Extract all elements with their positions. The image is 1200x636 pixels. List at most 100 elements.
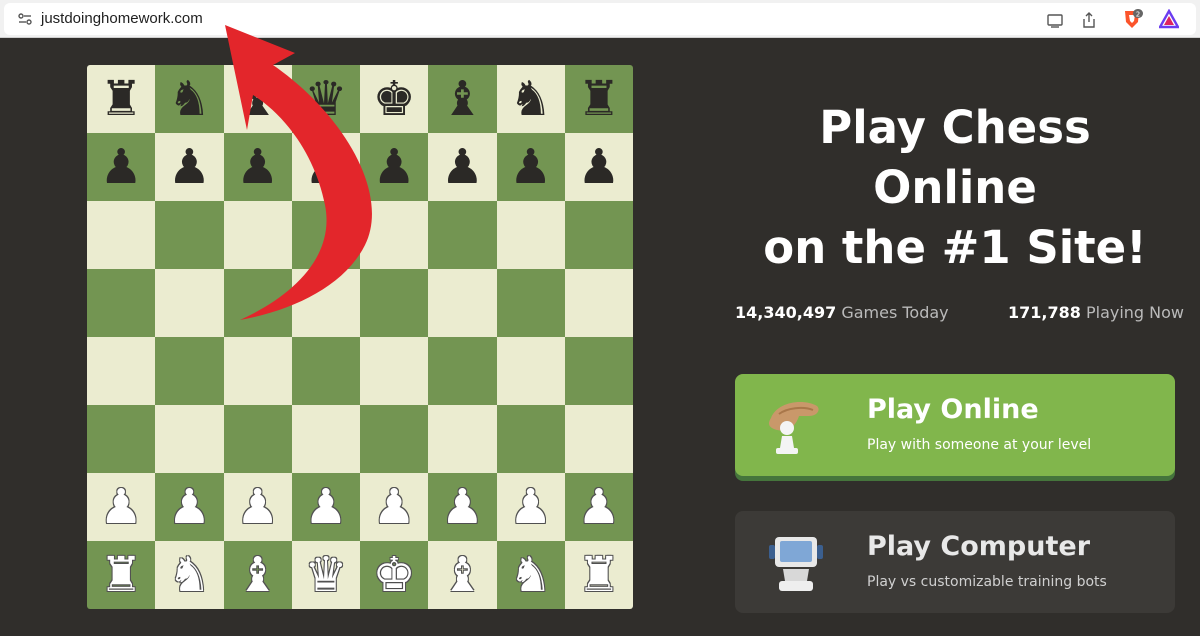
board-square-h7[interactable]: ♟ [564,133,633,201]
board-square-g4[interactable] [496,337,565,405]
board-square-h6[interactable] [564,201,633,269]
board-square-c8[interactable]: ♝ [223,65,292,133]
board-square-b7[interactable]: ♟ [155,133,224,201]
white-piece[interactable]: ♚ [373,551,416,599]
share-icon[interactable] [1080,11,1098,29]
board-square-a5[interactable] [87,269,156,337]
board-square-h5[interactable] [564,269,633,337]
black-piece[interactable]: ♚ [373,75,416,123]
black-piece[interactable]: ♟ [304,143,347,191]
board-square-h8[interactable]: ♜ [564,65,633,133]
board-square-e6[interactable] [360,201,429,269]
board-square-c2[interactable]: ♟ [223,473,292,541]
black-piece[interactable]: ♟ [441,143,484,191]
board-square-d7[interactable]: ♟ [291,133,360,201]
board-square-c4[interactable] [223,337,292,405]
board-square-f4[interactable] [428,337,497,405]
board-square-a3[interactable] [87,405,156,473]
white-piece[interactable]: ♟ [236,483,279,531]
white-piece[interactable]: ♟ [100,483,143,531]
white-piece[interactable]: ♝ [236,551,279,599]
black-piece[interactable]: ♝ [236,75,279,123]
black-piece[interactable]: ♟ [100,143,143,191]
board-square-a8[interactable]: ♜ [87,65,156,133]
board-square-b6[interactable] [155,201,224,269]
board-square-b4[interactable] [155,337,224,405]
board-square-g3[interactable] [496,405,565,473]
black-piece[interactable]: ♟ [577,143,620,191]
board-square-a6[interactable] [87,201,156,269]
white-piece[interactable]: ♜ [577,551,620,599]
board-square-c1[interactable]: ♝ [223,541,292,609]
board-square-g8[interactable]: ♞ [496,65,565,133]
board-square-b2[interactable]: ♟ [155,473,224,541]
board-square-c6[interactable] [223,201,292,269]
black-piece[interactable]: ♝ [441,75,484,123]
black-piece[interactable]: ♟ [373,143,416,191]
white-piece[interactable]: ♞ [509,551,552,599]
board-square-g2[interactable]: ♟ [496,473,565,541]
board-square-d5[interactable] [291,269,360,337]
board-square-a1[interactable]: ♜ [87,541,156,609]
brave-rewards-icon[interactable] [1159,9,1179,29]
board-square-f5[interactable] [428,269,497,337]
board-square-g7[interactable]: ♟ [496,133,565,201]
board-square-b5[interactable] [155,269,224,337]
board-square-e5[interactable] [360,269,429,337]
board-square-e1[interactable]: ♚ [360,541,429,609]
white-piece[interactable]: ♟ [441,483,484,531]
board-square-b8[interactable]: ♞ [155,65,224,133]
board-square-d1[interactable]: ♛ [291,541,360,609]
board-square-e2[interactable]: ♟ [360,473,429,541]
board-square-f1[interactable]: ♝ [428,541,497,609]
board-square-a7[interactable]: ♟ [87,133,156,201]
board-square-f3[interactable] [428,405,497,473]
play-online-button[interactable]: Play Online Play with someone at your le… [735,374,1175,476]
board-square-e3[interactable] [360,405,429,473]
board-square-h3[interactable] [564,405,633,473]
brave-shield-icon[interactable]: 2 [1121,8,1143,30]
board-square-d8[interactable]: ♛ [291,65,360,133]
white-piece[interactable]: ♟ [373,483,416,531]
white-piece[interactable]: ♟ [304,483,347,531]
play-computer-button[interactable]: Play Computer Play vs customizable train… [735,511,1175,613]
url-text[interactable]: justdoinghomework.com [41,10,203,27]
board-square-f6[interactable] [428,201,497,269]
white-piece[interactable]: ♟ [577,483,620,531]
address-bar[interactable]: justdoinghomework.com 2 [4,3,1196,35]
black-piece[interactable]: ♞ [168,75,211,123]
black-piece[interactable]: ♞ [509,75,552,123]
site-info-icon[interactable] [18,13,32,25]
white-piece[interactable]: ♟ [509,483,552,531]
board-square-f7[interactable]: ♟ [428,133,497,201]
board-square-d6[interactable] [291,201,360,269]
board-square-b3[interactable] [155,405,224,473]
black-piece[interactable]: ♟ [509,143,552,191]
board-square-c5[interactable] [223,269,292,337]
black-piece[interactable]: ♜ [577,75,620,123]
board-square-b1[interactable]: ♞ [155,541,224,609]
white-piece[interactable]: ♟ [168,483,211,531]
white-piece[interactable]: ♛ [304,551,347,599]
black-piece[interactable]: ♟ [236,143,279,191]
board-square-h4[interactable] [564,337,633,405]
white-piece[interactable]: ♜ [100,551,143,599]
black-piece[interactable]: ♜ [100,75,143,123]
board-square-g6[interactable] [496,201,565,269]
board-square-c3[interactable] [223,405,292,473]
board-square-h1[interactable]: ♜ [564,541,633,609]
board-square-c7[interactable]: ♟ [223,133,292,201]
chessboard[interactable]: ♜ ♞ ♝ ♛ ♚ ♝ ♞ ♜ ♟ ♟ ♟ ♟ ♟ ♟ ♟ ♟ ♟ ♟ ♟ ♟ ♟ ♟ ♟ ♟ ♜ ♞ ♝ ♛ ♚ ♝ ♞ ♜ [87,65,633,609]
board-square-g5[interactable] [496,269,565,337]
board-square-d4[interactable] [291,337,360,405]
white-piece[interactable]: ♝ [441,551,484,599]
board-square-g1[interactable]: ♞ [496,541,565,609]
board-square-e4[interactable] [360,337,429,405]
white-piece[interactable]: ♞ [168,551,211,599]
board-square-a4[interactable] [87,337,156,405]
board-square-a2[interactable]: ♟ [87,473,156,541]
board-square-d3[interactable] [291,405,360,473]
board-square-f2[interactable]: ♟ [428,473,497,541]
board-square-f8[interactable]: ♝ [428,65,497,133]
board-square-d2[interactable]: ♟ [291,473,360,541]
